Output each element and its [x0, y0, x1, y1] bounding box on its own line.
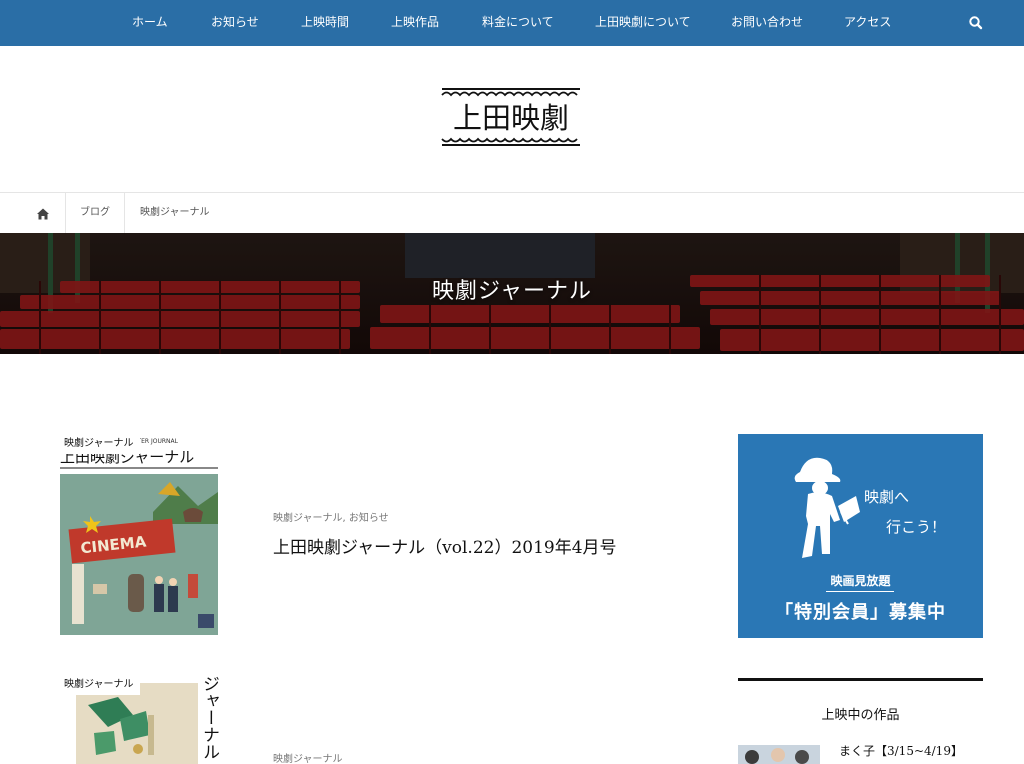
widget-film-link[interactable]: まく子【3/15~4/19】 — [839, 742, 963, 759]
page-title: 映劇ジャーナル — [432, 279, 592, 304]
post-category-badge: 映劇ジャーナル — [58, 675, 140, 695]
post-title[interactable]: 上田映劇ジャーナル（vol.22）2019年4月号 — [273, 533, 617, 558]
banner-label-small: 映画見放題 — [830, 574, 891, 588]
breadcrumb-item-current: 映劇ジャーナル — [140, 207, 210, 218]
home-icon[interactable] — [36, 206, 50, 220]
logo-text: 上田映劇 — [453, 101, 569, 135]
post-category-badge: 映劇ジャーナル — [58, 434, 140, 454]
breadcrumb-divider — [124, 193, 125, 233]
nav-item-pricing[interactable]: 料金について — [482, 0, 554, 46]
search-icon[interactable] — [966, 13, 986, 33]
membership-banner[interactable]: 映劇へ 行こう！ 映画見放題 「特別会員」募集中 — [738, 434, 983, 638]
post-meta-category[interactable]: 映劇ジャーナル, お知らせ — [273, 509, 389, 524]
film-thumbnail[interactable] — [738, 745, 820, 764]
site-logo[interactable]: 上田映劇 — [440, 86, 582, 150]
nav-item-access[interactable]: アクセス — [844, 0, 891, 46]
banner-label-big: 「特別会員」募集中 — [775, 602, 946, 623]
nav-item-contact[interactable]: お問い合わせ — [731, 0, 803, 46]
breadcrumb: ブログ 映劇ジャーナル — [0, 192, 1024, 233]
cover-vertical-title: ジャーナル — [199, 675, 219, 760]
widget-top-rule — [738, 678, 983, 681]
hero-banner: 映劇ジャーナル — [0, 233, 1024, 354]
breadcrumb-divider — [65, 193, 66, 233]
post-thumbnail[interactable]: 映劇ジャーナル ジャーナル — [58, 675, 220, 764]
journal-cover-image: EATER JOURNAL 上田映劇ジャーナル CINEMA — [58, 434, 220, 635]
nav-item-news[interactable]: お知らせ — [211, 0, 259, 46]
nav-item-about[interactable]: 上田映劇について — [595, 0, 691, 46]
nav-item-home[interactable]: ホーム — [132, 0, 168, 46]
post-meta-category[interactable]: 映劇ジャーナル — [273, 750, 343, 764]
top-navigation: ホーム お知らせ 上映時間 上映作品 料金について 上田映劇について お問い合わ… — [0, 0, 1024, 46]
banner-handwriting-2: 行こう！ — [886, 518, 947, 536]
widget-title: 上映中の作品 — [821, 708, 900, 723]
nav-item-showtimes[interactable]: 上映時間 — [301, 0, 349, 46]
banner-handwriting-1: 映劇へ — [864, 488, 910, 506]
breadcrumb-item-blog[interactable]: ブログ — [80, 193, 110, 233]
nav-item-films[interactable]: 上映作品 — [391, 0, 439, 46]
post-thumbnail[interactable]: 映劇ジャーナル EATER JOURNAL 上田映劇ジャーナル CINEMA — [58, 434, 220, 635]
banner-divider — [826, 591, 894, 592]
